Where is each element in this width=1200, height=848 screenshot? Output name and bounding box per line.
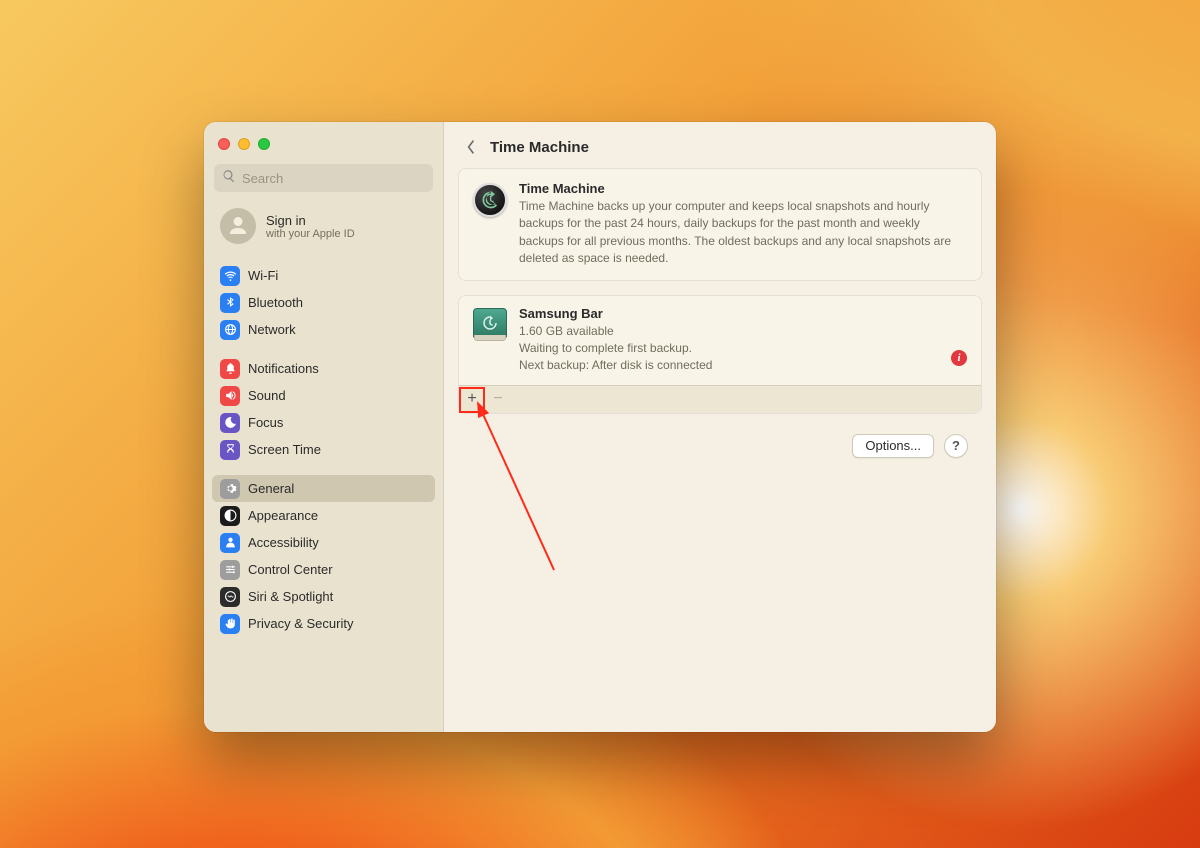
search-field[interactable] bbox=[214, 164, 433, 192]
wifi-icon bbox=[220, 266, 240, 286]
sidebar-item-label: Screen Time bbox=[248, 442, 321, 457]
back-button[interactable] bbox=[462, 138, 480, 156]
options-button[interactable]: Options... bbox=[852, 434, 934, 458]
time-machine-info-panel: Time Machine Time Machine backs up your … bbox=[458, 168, 982, 281]
disk-status: Waiting to complete first backup. bbox=[519, 340, 967, 357]
signin-subtitle: with your Apple ID bbox=[266, 228, 355, 240]
bluetooth-icon bbox=[220, 293, 240, 313]
avatar-icon bbox=[220, 208, 256, 244]
info-panel-title: Time Machine bbox=[519, 181, 967, 196]
sidebar-item-accessibility[interactable]: Accessibility bbox=[212, 529, 435, 556]
sidebar-item-label: Wi-Fi bbox=[248, 268, 278, 283]
sidebar-item-label: Control Center bbox=[248, 562, 333, 577]
sidebar-item-sound[interactable]: Sound bbox=[212, 382, 435, 409]
sidebar-item-privacy-security[interactable]: Privacy & Security bbox=[212, 610, 435, 637]
siri-icon bbox=[220, 587, 240, 607]
disk-name: Samsung Bar bbox=[519, 306, 967, 321]
page-title: Time Machine bbox=[490, 139, 589, 156]
bell-icon bbox=[220, 359, 240, 379]
sidebar-item-label: Privacy & Security bbox=[248, 616, 353, 631]
sidebar-item-label: Notifications bbox=[248, 361, 319, 376]
system-settings-window: Sign in with your Apple ID Wi-Fi Bluetoot… bbox=[204, 122, 996, 732]
hourglass-icon bbox=[220, 440, 240, 460]
sidebar-item-wi-fi[interactable]: Wi-Fi bbox=[212, 262, 435, 289]
sidebar-item-label: Bluetooth bbox=[248, 295, 303, 310]
sidebar-item-network[interactable]: Network bbox=[212, 316, 435, 343]
sidebar-item-general[interactable]: General bbox=[212, 475, 435, 502]
sidebar-item-label: Sound bbox=[248, 388, 286, 403]
add-remove-bar: + − bbox=[459, 385, 981, 413]
minimize-button[interactable] bbox=[238, 138, 250, 150]
speaker-icon bbox=[220, 386, 240, 406]
signin-title: Sign in bbox=[266, 213, 355, 228]
add-disk-button[interactable]: + bbox=[459, 385, 485, 413]
person-icon bbox=[220, 533, 240, 553]
sidebar-item-siri-spotlight[interactable]: Siri & Spotlight bbox=[212, 583, 435, 610]
sidebar-item-label: Accessibility bbox=[248, 535, 319, 550]
sidebar-item-label: Appearance bbox=[248, 508, 318, 523]
sidebar-item-bluetooth[interactable]: Bluetooth bbox=[212, 289, 435, 316]
sliders-icon bbox=[220, 560, 240, 580]
search-icon bbox=[222, 169, 236, 188]
window-controls bbox=[204, 134, 443, 164]
contrast-icon bbox=[220, 506, 240, 526]
apple-id-signin[interactable]: Sign in with your Apple ID bbox=[204, 200, 443, 258]
sidebar-item-label: General bbox=[248, 481, 294, 496]
content-header: Time Machine bbox=[444, 122, 996, 168]
backup-disk-icon bbox=[473, 308, 507, 338]
disk-available: 1.60 GB available bbox=[519, 323, 967, 340]
moon-icon bbox=[220, 413, 240, 433]
warning-badge[interactable]: i bbox=[951, 350, 967, 366]
globe-icon bbox=[220, 320, 240, 340]
fullscreen-button[interactable] bbox=[258, 138, 270, 150]
footer-controls: Options... ? bbox=[458, 428, 982, 458]
sidebar-item-appearance[interactable]: Appearance bbox=[212, 502, 435, 529]
main-content: Time Machine Time Machine Time Machine b… bbox=[444, 122, 996, 732]
sidebar-item-focus[interactable]: Focus bbox=[212, 409, 435, 436]
sidebar-nav: Wi-Fi Bluetooth Network Notifications Sound F… bbox=[204, 258, 443, 637]
close-button[interactable] bbox=[218, 138, 230, 150]
sidebar-item-label: Siri & Spotlight bbox=[248, 589, 333, 604]
disk-next-backup: Next backup: After disk is connected bbox=[519, 357, 967, 374]
sidebar-item-label: Focus bbox=[248, 415, 283, 430]
info-panel-desc: Time Machine backs up your computer and … bbox=[519, 198, 967, 268]
desktop-wallpaper: Sign in with your Apple ID Wi-Fi Bluetoot… bbox=[0, 0, 1200, 848]
time-machine-icon bbox=[473, 183, 507, 217]
sidebar: Sign in with your Apple ID Wi-Fi Bluetoot… bbox=[204, 122, 444, 732]
help-button[interactable]: ? bbox=[944, 434, 968, 458]
remove-disk-button[interactable]: − bbox=[485, 385, 511, 413]
hand-icon bbox=[220, 614, 240, 634]
sidebar-item-notifications[interactable]: Notifications bbox=[212, 355, 435, 382]
sidebar-item-screen-time[interactable]: Screen Time bbox=[212, 436, 435, 463]
gear-icon bbox=[220, 479, 240, 499]
backup-disk-panel: Samsung Bar 1.60 GB available Waiting to… bbox=[458, 295, 982, 414]
search-input[interactable] bbox=[242, 171, 425, 186]
sidebar-item-control-center[interactable]: Control Center bbox=[212, 556, 435, 583]
sidebar-item-label: Network bbox=[248, 322, 296, 337]
